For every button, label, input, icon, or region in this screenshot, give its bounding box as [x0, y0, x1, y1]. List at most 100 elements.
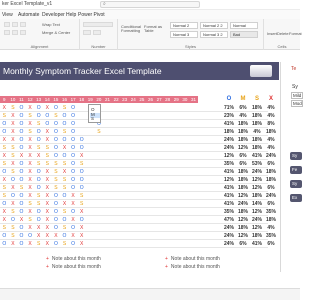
tracker-cell[interactable] [95, 232, 104, 240]
tracker-cell[interactable] [189, 232, 198, 240]
tracker-cell[interactable] [138, 176, 147, 184]
tracker-cell[interactable]: O [34, 104, 43, 112]
tracker-cell[interactable]: O [34, 136, 43, 144]
tracker-cell[interactable] [172, 136, 181, 144]
tracker-cell[interactable] [86, 184, 95, 192]
tracker-cell[interactable]: O [17, 232, 26, 240]
tracker-cell[interactable]: X [26, 136, 35, 144]
tracker-cell[interactable]: X [26, 104, 35, 112]
tracker-cell[interactable]: O [17, 120, 26, 128]
tracker-cell[interactable] [163, 200, 172, 208]
tracker-cell[interactable]: S [34, 192, 43, 200]
tracker-cell[interactable]: O [69, 160, 78, 168]
tracker-cell[interactable]: S [26, 200, 35, 208]
tracker-cell[interactable]: S [0, 160, 9, 168]
tracker-cell[interactable] [138, 232, 147, 240]
tracker-cell[interactable] [112, 176, 121, 184]
tracker-cell[interactable] [95, 200, 104, 208]
tracker-cell[interactable]: O [52, 144, 61, 152]
tracker-cell[interactable] [155, 200, 164, 208]
style-normal-3-2[interactable]: Normal 3 2 [200, 31, 228, 38]
tracker-cell[interactable]: O [69, 152, 78, 160]
tracker-cell[interactable]: O [60, 120, 69, 128]
tracker-cell[interactable]: X [43, 240, 52, 248]
tracker-cell[interactable] [181, 232, 190, 240]
tracker-cell[interactable] [129, 176, 138, 184]
tracker-cell[interactable] [155, 232, 164, 240]
insert-button[interactable]: Insert [267, 31, 277, 36]
tracker-cell[interactable]: X [34, 152, 43, 160]
tracker-cell[interactable]: S [0, 112, 9, 120]
align-middle-button[interactable] [12, 22, 18, 27]
tracker-cell[interactable] [163, 176, 172, 184]
tracker-cell[interactable]: S [43, 160, 52, 168]
tab-view[interactable]: View [2, 12, 13, 18]
tracker-cell[interactable] [146, 136, 155, 144]
tracker-cell[interactable]: O [77, 184, 86, 192]
tracker-cell[interactable]: S [52, 176, 61, 184]
tracker-cell[interactable] [181, 104, 190, 112]
tracker-cell[interactable] [112, 160, 121, 168]
tracker-cell[interactable] [120, 216, 129, 224]
tracker-cell[interactable]: S [34, 144, 43, 152]
tracker-cell[interactable] [163, 120, 172, 128]
tracker-cell[interactable] [155, 112, 164, 120]
tracker-cell[interactable]: O [69, 208, 78, 216]
tracker-cell[interactable] [95, 160, 104, 168]
tracker-cell[interactable]: O [0, 232, 9, 240]
tracker-cell[interactable] [172, 224, 181, 232]
tracker-cell[interactable] [120, 232, 129, 240]
tracker-cell[interactable] [103, 136, 112, 144]
tracker-cell[interactable] [138, 240, 147, 248]
tracker-cell[interactable]: O [77, 176, 86, 184]
tracker-cell[interactable]: X [26, 168, 35, 176]
tracker-cell[interactable] [155, 184, 164, 192]
tracker-cell[interactable]: X [52, 232, 61, 240]
tracker-cell[interactable] [146, 200, 155, 208]
panel-tab[interactable]: Te [291, 66, 296, 72]
tracker-cell[interactable] [163, 128, 172, 136]
tracker-cell[interactable]: S [77, 192, 86, 200]
tracker-cell[interactable] [77, 104, 86, 112]
tracker-cell[interactable] [189, 184, 198, 192]
tracker-cell[interactable] [112, 152, 121, 160]
tracker-cell[interactable] [181, 216, 190, 224]
tracker-cell[interactable] [181, 208, 190, 216]
tracker-cell[interactable] [129, 200, 138, 208]
tracker-cell[interactable]: O [17, 168, 26, 176]
tracker-cell[interactable] [172, 152, 181, 160]
tracker-cell[interactable]: X [43, 168, 52, 176]
tracker-cell[interactable]: S [52, 112, 61, 120]
align-bottom-button[interactable] [20, 22, 26, 27]
tracker-cell[interactable] [146, 152, 155, 160]
tracker-cell[interactable]: X [26, 152, 35, 160]
tracker-cell[interactable]: S [52, 184, 61, 192]
align-top-button[interactable] [4, 22, 10, 27]
tracker-cell[interactable]: O [17, 192, 26, 200]
tracker-cell[interactable] [86, 176, 95, 184]
tracker-cell[interactable]: S [0, 224, 9, 232]
tracker-cell[interactable] [189, 120, 198, 128]
tracker-cell[interactable]: O [69, 224, 78, 232]
tracker-cell[interactable] [155, 128, 164, 136]
tracker-cell[interactable] [86, 200, 95, 208]
tracker-cell[interactable] [138, 224, 147, 232]
tracker-cell[interactable] [129, 144, 138, 152]
tracker-cell[interactable] [95, 216, 104, 224]
tracker-cell[interactable] [120, 184, 129, 192]
tracker-cell[interactable]: X [26, 208, 35, 216]
tracker-cell[interactable]: X [43, 224, 52, 232]
tracker-cell[interactable]: X [43, 184, 52, 192]
panel-button-1[interactable]: Sy [290, 152, 302, 160]
tracker-cell[interactable]: S [0, 184, 9, 192]
tracker-cell[interactable]: X [9, 128, 18, 136]
tracker-cell[interactable]: O [17, 224, 26, 232]
tracker-cell[interactable] [172, 216, 181, 224]
tracker-cell[interactable] [103, 232, 112, 240]
tracker-cell[interactable] [163, 152, 172, 160]
tracker-cell[interactable]: O [34, 112, 43, 120]
tracker-cell[interactable] [112, 128, 121, 136]
tracker-cell[interactable] [146, 184, 155, 192]
tracker-cell[interactable] [155, 240, 164, 248]
tracker-cell[interactable] [189, 216, 198, 224]
